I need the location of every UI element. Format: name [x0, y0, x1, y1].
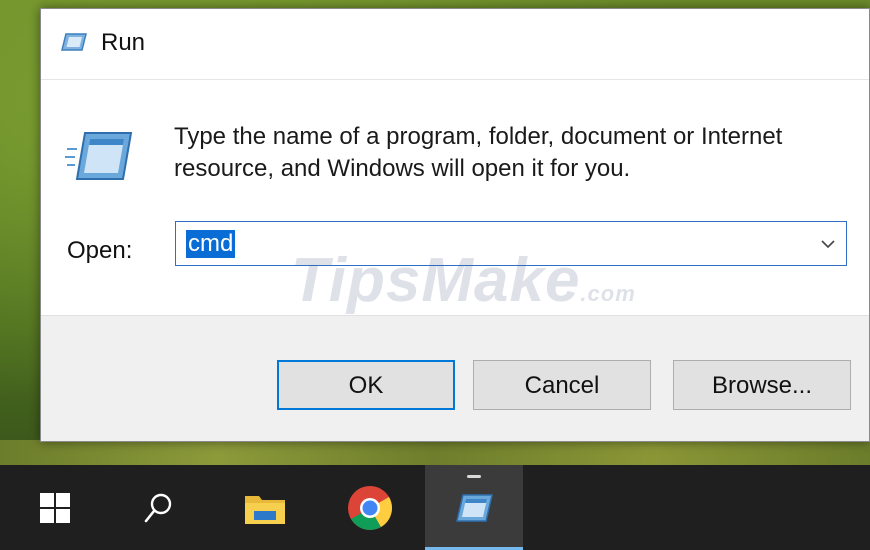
- taskbar-run-indicator: [467, 475, 481, 478]
- chrome-icon: [348, 485, 392, 530]
- cancel-button[interactable]: Cancel: [473, 360, 651, 410]
- taskbar-chrome[interactable]: [330, 465, 410, 550]
- open-input-value[interactable]: cmd: [186, 230, 236, 258]
- windows-start-icon: [40, 492, 70, 523]
- taskbar-file-explorer[interactable]: [225, 465, 305, 550]
- window-title: Run: [101, 29, 146, 56]
- run-icon: [456, 493, 493, 522]
- chevron-down-icon[interactable]: [816, 234, 840, 254]
- open-label: Open:: [67, 237, 133, 264]
- run-dialog: Run Type the name of a program, folder, …: [40, 8, 870, 442]
- watermark-main: TipsMake: [291, 246, 581, 315]
- taskbar-run[interactable]: [425, 465, 523, 550]
- search-button[interactable]: [118, 465, 198, 550]
- browse-button[interactable]: Browse...: [673, 360, 851, 410]
- dialog-description: Type the name of a program, folder, docu…: [174, 123, 783, 182]
- watermark: TipsMake.com: [291, 245, 636, 316]
- start-button[interactable]: [15, 465, 95, 550]
- run-title-icon: [61, 33, 87, 51]
- run-program-icon: [65, 132, 133, 180]
- watermark-suffix: .com: [580, 281, 636, 306]
- wallpaper-stripe: [0, 440, 870, 465]
- search-icon: [144, 493, 172, 522]
- title-bar[interactable]: Run: [41, 9, 869, 79]
- ok-button[interactable]: OK: [277, 360, 455, 410]
- title-divider: [41, 79, 869, 80]
- taskbar: [0, 465, 870, 550]
- file-explorer-icon: [245, 495, 285, 524]
- button-bar: OK Cancel Browse...: [41, 315, 869, 441]
